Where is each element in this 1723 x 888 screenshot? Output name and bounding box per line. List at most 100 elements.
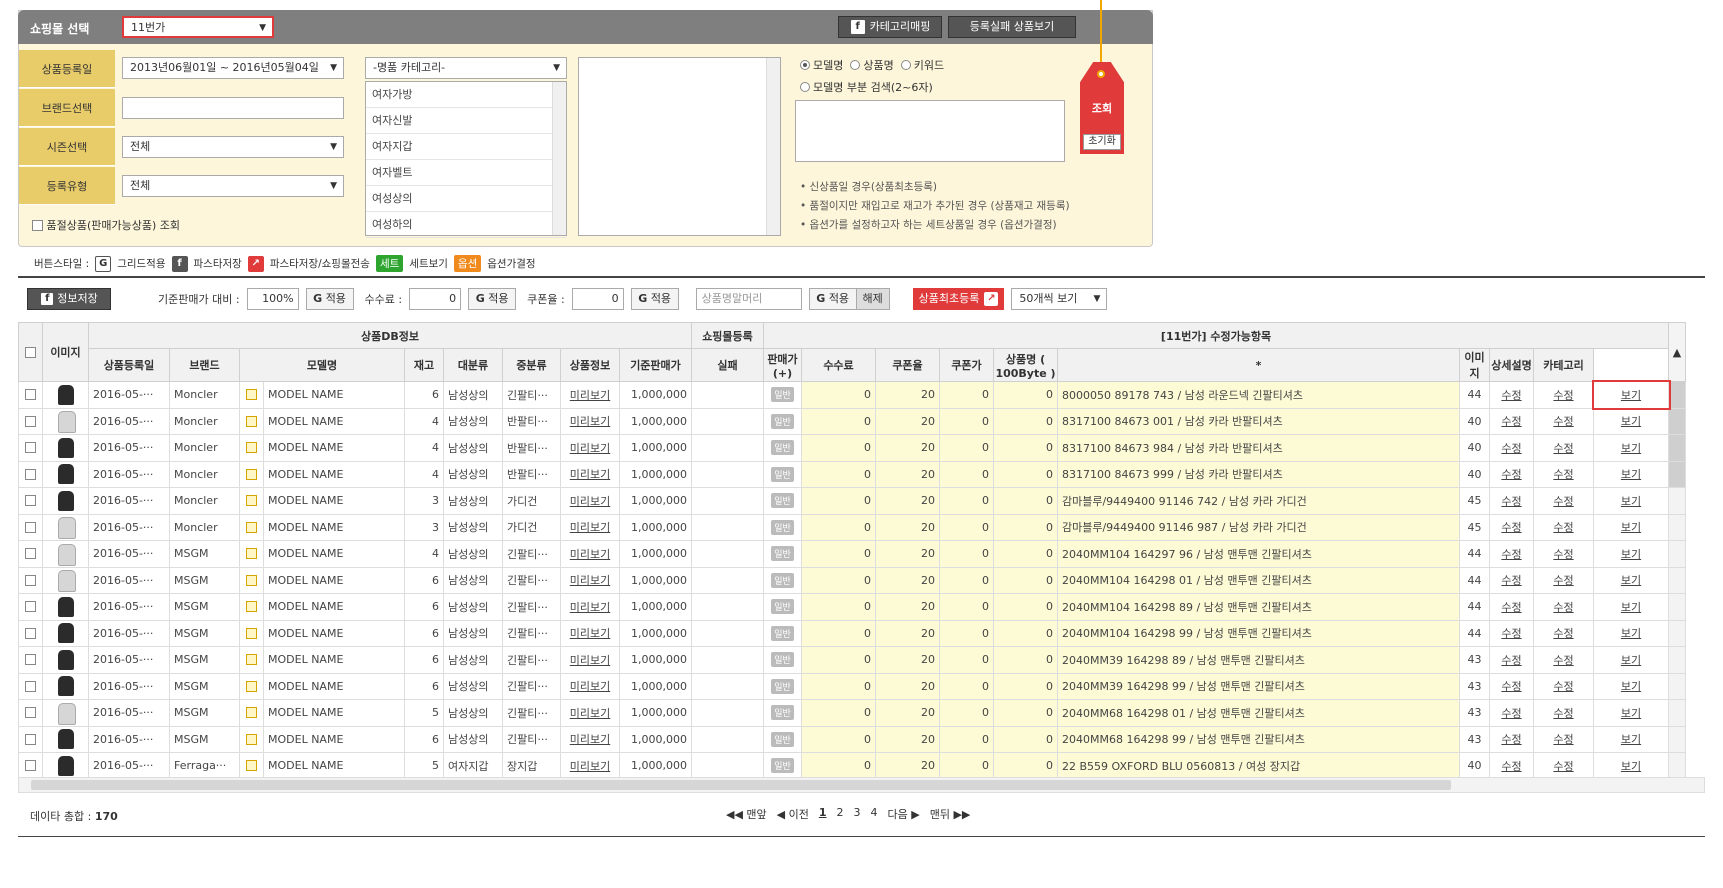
category-list-item[interactable]: 여성하의 [366,212,566,238]
detail-edit-link[interactable]: 수정 [1533,540,1594,568]
column-header[interactable]: 상세설명 [1489,348,1534,382]
grid-scrollbar-top[interactable]: ▲ [1668,322,1686,382]
coupon-price-cell[interactable]: 0 [993,407,1058,435]
grid-scrollbar-track[interactable] [1668,540,1686,568]
product-thumbnail[interactable] [55,621,77,645]
sale-price-cell[interactable]: 0 [801,593,876,621]
image-edit-link[interactable]: 수정 [1489,460,1534,488]
column-header[interactable]: 판매가(+) [763,348,802,382]
category-view-link[interactable]: 보기 [1593,434,1669,462]
column-header[interactable]: 대분류 [443,348,503,382]
sale-price-cell[interactable]: 0 [801,540,876,568]
product-name-cell[interactable]: 8000050 89178 743 / 남성 라운드넥 긴팔티셔츠 [1057,381,1460,409]
base-price-input[interactable]: 100% [246,288,299,310]
preview-link[interactable]: 미리보기 [560,593,620,621]
coupon-rate-cell[interactable]: 0 [939,460,994,488]
row-checkbox[interactable] [25,601,36,613]
category-list-scrollbar[interactable] [552,82,566,235]
preview-link[interactable]: 미리보기 [560,725,620,753]
coupon-price-cell[interactable]: 0 [993,725,1058,753]
row-checkbox[interactable] [25,442,36,454]
table-row[interactable]: 2016-05-··· MSGM MODEL NAME 6 남성상의 긴팔티··· 미리보기… [18,672,1686,700]
category-view-link[interactable]: 보기 [1593,407,1669,435]
coupon-rate-cell[interactable]: 0 [939,699,994,727]
preview-link[interactable]: 미리보기 [560,487,620,515]
memo-icon[interactable] [246,495,257,507]
sale-price-cell[interactable]: 0 [801,487,876,515]
base-price-apply-button[interactable]: G 적용 [305,288,354,310]
detail-edit-link[interactable]: 수정 [1533,672,1594,700]
coupon-rate-cell[interactable]: 0 [939,752,994,780]
row-checkbox[interactable] [25,654,36,666]
subcategory-list[interactable] [578,57,781,236]
product-thumbnail[interactable] [55,674,77,698]
product-thumbnail[interactable] [55,754,77,778]
category-view-link[interactable]: 보기 [1593,752,1669,780]
scrollbar-thumb[interactable] [31,780,1451,790]
table-row[interactable]: 2016-05-··· Moncler MODEL NAME 4 남성상의 반팔티··· 미… [18,460,1686,488]
product-thumbnail[interactable] [55,462,77,486]
image-edit-link[interactable]: 수정 [1489,619,1534,647]
grid-scrollbar-track[interactable] [1668,460,1686,488]
detail-edit-link[interactable]: 수정 [1533,752,1594,780]
brand-input[interactable] [122,97,344,119]
coupon-rate-cell[interactable]: 0 [939,593,994,621]
product-thumbnail[interactable] [55,568,77,593]
grid-scrollbar-track[interactable] [1668,566,1686,594]
preview-link[interactable]: 미리보기 [560,381,620,409]
sale-price-cell[interactable]: 0 [801,513,876,541]
column-header[interactable]: 이미지 [1459,348,1490,382]
grid-scrollbar-track[interactable] [1668,593,1686,621]
product-name-cell[interactable]: 8317100 84673 001 / 남성 카라 반팔티셔츠 [1057,407,1460,435]
detail-edit-link[interactable]: 수정 [1533,593,1594,621]
memo-icon[interactable] [246,654,257,666]
column-header[interactable]: 상품등록일 [88,348,170,382]
product-thumbnail[interactable] [55,515,77,540]
sale-price-cell[interactable]: 0 [801,619,876,647]
coupon-price-cell[interactable]: 0 [993,646,1058,674]
detail-edit-link[interactable]: 수정 [1533,566,1594,594]
memo-icon[interactable] [246,521,257,533]
column-header[interactable]: 기준판매가 [619,348,692,382]
fee-cell[interactable]: 20 [875,699,940,727]
coupon-price-cell[interactable]: 0 [993,752,1058,780]
grid-scrollbar-track[interactable] [1668,381,1686,409]
preview-link[interactable]: 미리보기 [560,752,620,780]
fee-cell[interactable]: 20 [875,434,940,462]
prefix-input[interactable]: 상품명말머리 [695,288,802,310]
prefix-apply-button[interactable]: G 적용 [808,288,857,310]
image-edit-link[interactable]: 수정 [1489,593,1534,621]
column-header[interactable]: 실패 [691,348,764,382]
fee-cell[interactable]: 20 [875,752,940,780]
coupon-rate-cell[interactable]: 0 [939,725,994,753]
radio-model[interactable] [800,60,810,70]
product-name-cell[interactable]: 2040MM104 164298 01 / 남성 맨투맨 긴팔티셔츠 [1057,566,1460,594]
grid-scrollbar-track[interactable] [1668,407,1686,435]
category-select[interactable]: -명품 카테고리- ▼ [365,57,567,79]
product-name-cell[interactable]: 2040MM39 164298 99 / 남성 맨투맨 긴팔티셔츠 [1057,672,1460,700]
product-name-cell[interactable]: 2040MM104 164298 99 / 남성 맨투맨 긴팔티셔츠 [1057,619,1460,647]
sale-price-cell[interactable]: 0 [801,646,876,674]
image-edit-link[interactable]: 수정 [1489,752,1534,780]
category-mapping-button[interactable]: f 카테고리매핑 [838,16,942,38]
detail-edit-link[interactable]: 수정 [1533,699,1594,727]
category-view-link[interactable]: 보기 [1593,540,1669,568]
detail-edit-link[interactable]: 수정 [1533,434,1594,462]
image-edit-link[interactable]: 수정 [1489,407,1534,435]
table-row[interactable]: 2016-05-··· MSGM MODEL NAME 4 남성상의 긴팔티··· 미리보기… [18,540,1686,568]
image-edit-link[interactable]: 수정 [1489,540,1534,568]
page-prev-link[interactable]: ◀ 이전 [777,806,809,822]
coupon-price-cell[interactable]: 0 [993,566,1058,594]
category-view-link[interactable]: 보기 [1593,672,1669,700]
page-link[interactable]: 4 [871,806,878,822]
coupon-price-cell[interactable]: 0 [993,699,1058,727]
radio-keyword[interactable] [900,60,911,70]
detail-edit-link[interactable]: 수정 [1533,619,1594,647]
page-last-link[interactable]: 맨뒤 ▶▶ [930,806,971,822]
column-header[interactable]: 재고 [404,348,444,382]
row-checkbox[interactable] [25,468,36,480]
coupon-rate-cell[interactable]: 0 [939,619,994,647]
page-link-current[interactable]: 1 [819,806,827,822]
category-view-link[interactable]: 보기 [1591,379,1671,410]
table-row[interactable]: 2016-05-··· MSGM MODEL NAME 6 남성상의 긴팔티··· 미리보기… [18,619,1686,647]
